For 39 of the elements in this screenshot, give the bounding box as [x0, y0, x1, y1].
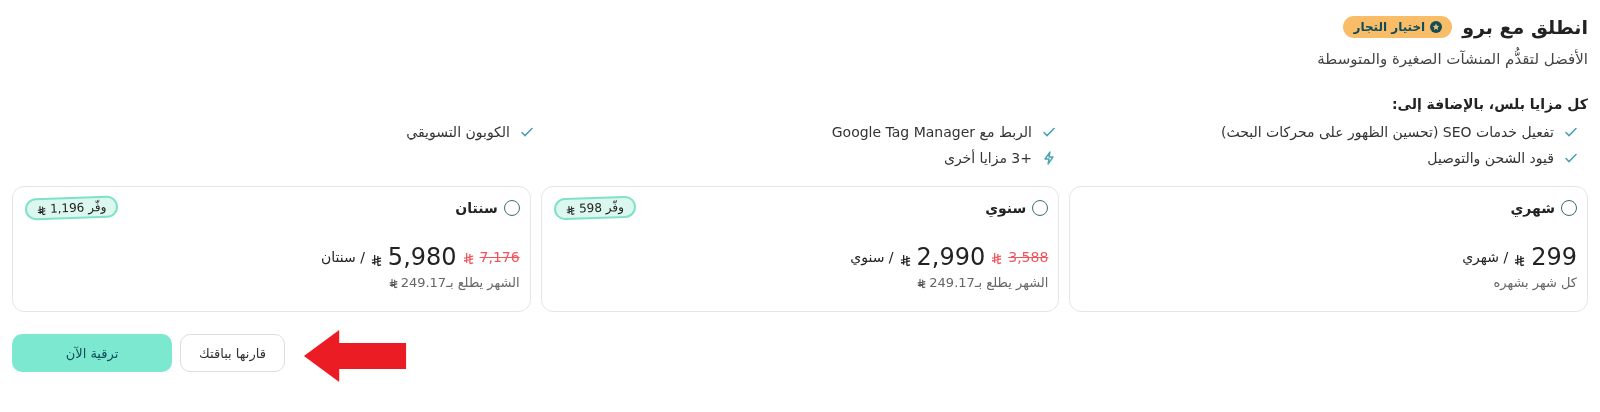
price: 2,990: [916, 243, 986, 271]
price-period: / شهري: [1462, 249, 1509, 265]
price-period: / سنوي: [850, 249, 894, 265]
lightning-icon: [1042, 151, 1056, 165]
price: 5,980: [387, 243, 457, 271]
badge-label: اختيار التجار: [1353, 20, 1426, 34]
riyal-icon: [991, 251, 1003, 265]
riyal-icon: [565, 204, 575, 216]
riyal-icon: [36, 204, 47, 216]
price-note: الشهر يطلع بـ249.17: [400, 275, 520, 290]
check-icon: [1042, 125, 1056, 139]
feature-text: +3 مزايا أخرى: [943, 150, 1032, 166]
plan-name: سنتان: [455, 200, 498, 216]
riyal-icon: [462, 251, 474, 265]
check-icon: [1564, 125, 1578, 139]
check-icon: [520, 125, 534, 139]
features-heading: كل مزايا بلس، بالإضافة إلى:: [1390, 96, 1588, 112]
plan-name: سنوي: [985, 200, 1027, 216]
savings-text: وفّر 598: [578, 200, 624, 216]
feature-text: الربط مع Google Tag Manager: [831, 124, 1032, 140]
upgrade-button[interactable]: ترقية الآن: [12, 334, 172, 372]
riyal-icon: [899, 253, 911, 267]
old-price: 3,588: [1008, 249, 1049, 265]
price: 299: [1531, 243, 1577, 271]
riyal-icon: [1514, 253, 1526, 267]
feature-text: تفعيل خدمات SEO (تحسين الظهور على محركات البحث): [1221, 124, 1554, 140]
savings-text: وفّر 1,196: [49, 199, 107, 216]
riyal-icon: [370, 253, 382, 267]
price-note: الشهر يطلع بـ249.17: [929, 275, 1049, 290]
price-note: كل شهر بشهره: [1493, 275, 1577, 290]
feature-text: قيود الشحن والتوصيل: [1427, 150, 1554, 166]
plan-name: شهري: [1510, 200, 1555, 216]
compare-button[interactable]: قارنها بباقتك: [180, 334, 285, 372]
check-icon: [1564, 151, 1578, 165]
feature-text: الكوبون التسويقي: [406, 124, 510, 140]
plan-title: انطلق مع برو: [1462, 16, 1588, 38]
price-period: / سنتان: [320, 249, 365, 265]
old-price: 7,176: [479, 249, 520, 265]
star-icon: [1430, 21, 1443, 33]
